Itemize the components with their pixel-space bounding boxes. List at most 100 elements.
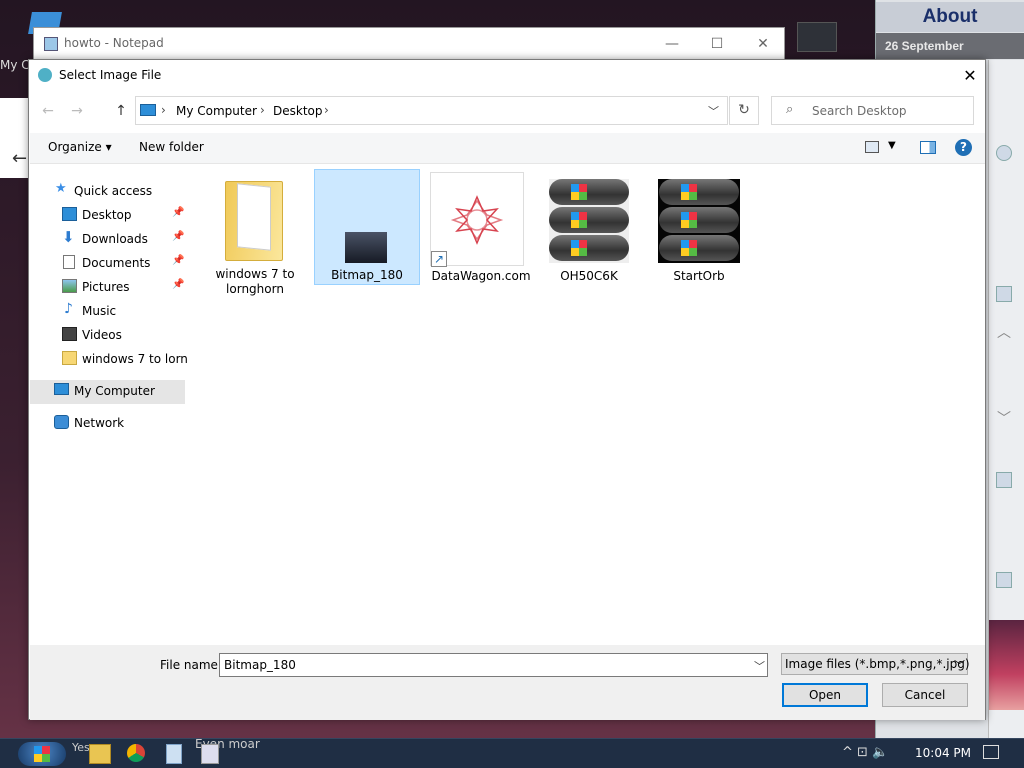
breadcrumb-desktop[interactable]: Desktop <box>273 104 323 118</box>
start-button[interactable] <box>18 742 66 766</box>
chevron-down-icon[interactable]: ﹀ <box>954 657 965 673</box>
new-folder-button[interactable]: New folder <box>139 140 204 154</box>
pin-icon[interactable]: 📌 <box>172 279 184 290</box>
file-explorer-icon[interactable] <box>89 744 111 764</box>
notepad-title: howto - Notepad <box>64 36 164 50</box>
maximize-button[interactable]: ☐ <box>697 32 737 56</box>
taskbar: Yes Even moar ^ ⊡ 🔈 10:04 PM <box>0 737 1024 768</box>
nav-item-label: Music <box>82 304 117 318</box>
address-bar[interactable]: › My Computer › Desktop › ﹀ <box>135 96 728 125</box>
file-type-value: Image files (*.bmp,*.png,*.jpg) <box>785 657 970 671</box>
file-label: windows 7 to lornghorn <box>215 267 295 296</box>
nav-item-label: Downloads <box>82 232 148 246</box>
notification-icon[interactable] <box>983 745 999 759</box>
date-label: 26 September <box>876 33 1024 59</box>
image-viewer-icon[interactable] <box>201 744 219 764</box>
star-icon: ★ <box>55 181 67 196</box>
nav-item-music[interactable]: ♪ Music <box>62 299 222 323</box>
nav-item-label: Quick access <box>74 184 153 198</box>
chrome-icon[interactable] <box>127 744 145 762</box>
windows-logo-icon <box>34 746 50 762</box>
forward-button[interactable]: → <box>67 100 87 122</box>
shortcut-arrow-icon: ↗ <box>431 251 447 267</box>
nav-item-desktop[interactable]: Desktop 📌 <box>62 203 222 227</box>
dialog-app-icon <box>38 68 52 82</box>
file-name-input[interactable]: Bitmap_180 ﹀ <box>219 653 768 677</box>
notepad-window: howto - Notepad — ☐ ✕ <box>33 27 785 61</box>
nav-item-label: Network <box>74 416 125 430</box>
back-button[interactable]: ← <box>38 100 58 122</box>
dialog-close-button[interactable]: ✕ <box>957 63 983 89</box>
system-tray-icons[interactable]: ^ ⊡ 🔈 <box>842 745 888 760</box>
view-icon[interactable] <box>865 141 879 153</box>
bitmap-thumbnail <box>345 232 387 263</box>
file-type-select[interactable]: Image files (*.bmp,*.png,*.jpg) ﹀ <box>781 653 970 675</box>
organize-button[interactable]: Organize ▾ <box>48 140 112 154</box>
search-input[interactable]: ⌕ Search Desktop <box>771 96 974 125</box>
nav-item-pictures[interactable]: Pictures 📌 <box>62 275 222 299</box>
view-dropdown-icon[interactable]: ▼ <box>888 140 896 151</box>
windows-logo-icon <box>681 212 697 228</box>
minimize-button[interactable]: — <box>652 32 692 56</box>
orb-bar <box>659 235 739 261</box>
computer-icon <box>54 383 69 395</box>
nav-item-folder[interactable]: windows 7 to lorngl <box>62 347 188 371</box>
up-button[interactable]: ↑ <box>111 100 131 122</box>
nav-item-label: My Computer <box>74 384 155 398</box>
refresh-button[interactable]: ↻ <box>729 96 759 125</box>
close-button[interactable]: ✕ <box>743 32 783 56</box>
cancel-button[interactable]: Cancel <box>882 683 968 707</box>
network-icon <box>54 415 69 429</box>
address-dropdown-icon[interactable]: ﹀ <box>708 103 719 119</box>
orb-bar <box>549 207 629 233</box>
command-bar: Organize ▾ New folder ▼ ? <box>30 133 985 164</box>
pictures-icon <box>62 279 77 293</box>
dialog-title: Select Image File <box>59 68 162 82</box>
preview-pane-icon[interactable] <box>920 141 936 154</box>
gear-icon <box>996 145 1012 161</box>
chevron-right-icon[interactable]: › <box>324 103 329 117</box>
pin-icon[interactable]: 📌 <box>172 255 184 266</box>
help-button[interactable]: ? <box>955 139 972 156</box>
background-window-thumbnail <box>797 22 837 52</box>
nav-item-label: Documents <box>82 256 151 270</box>
folder-icon <box>62 351 77 365</box>
nav-item-videos[interactable]: Videos <box>62 323 222 347</box>
file-item-bitmap-180[interactable]: Bitmap_180 <box>314 169 420 285</box>
file-label: DataWagon.com <box>431 269 531 283</box>
nav-item-label: Pictures <box>82 280 130 294</box>
search-placeholder: Search Desktop <box>812 104 907 118</box>
back-arrow-icon: ← <box>12 148 28 169</box>
clock[interactable]: 10:04 PM <box>915 746 971 760</box>
startorb-thumbnail <box>658 179 740 263</box>
file-label: StartOrb <box>673 269 725 283</box>
clock-icon <box>996 472 1012 488</box>
chevron-right-icon: › <box>260 103 265 117</box>
nav-item-downloads[interactable]: ⬇ Downloads 📌 <box>62 227 222 251</box>
file-name-label: File name: <box>160 658 222 672</box>
open-button[interactable]: Open <box>782 683 868 707</box>
pin-icon[interactable]: 📌 <box>172 231 184 242</box>
app-icon <box>996 572 1012 588</box>
file-item-oh50c6k[interactable]: OH50C6K <box>537 171 643 287</box>
select-image-dialog: Select Image File ✕ ← → ↑ › My Computer … <box>28 59 986 720</box>
file-item-folder[interactable]: windows 7 to lornghorn <box>203 171 309 296</box>
nav-item-network[interactable]: Network <box>54 411 184 435</box>
documents-icon <box>63 255 75 269</box>
file-item-datawagon[interactable]: ↗ DataWagon.com <box>429 171 535 287</box>
notepad-icon[interactable] <box>166 744 182 764</box>
nav-item-my-computer[interactable]: My Computer <box>54 379 184 403</box>
download-icon: ⬇ <box>62 228 75 246</box>
taskbar-text: Yes <box>72 741 90 754</box>
file-item-startorb[interactable]: StartOrb <box>647 171 753 287</box>
breadcrumb-my-computer[interactable]: My Computer <box>176 104 257 118</box>
scroll-up-icon: ︿ <box>997 325 1011 341</box>
orb-bar <box>659 179 739 205</box>
nav-item-documents[interactable]: Documents 📌 <box>62 251 222 275</box>
background-image <box>989 620 1024 710</box>
nav-item-quick-access[interactable]: ★ Quick access <box>55 179 215 203</box>
pin-icon[interactable]: 📌 <box>172 207 184 218</box>
chevron-down-icon[interactable]: ﹀ <box>754 658 765 674</box>
chevron-right-icon: › <box>161 103 166 117</box>
windows-logo-icon <box>681 240 697 256</box>
